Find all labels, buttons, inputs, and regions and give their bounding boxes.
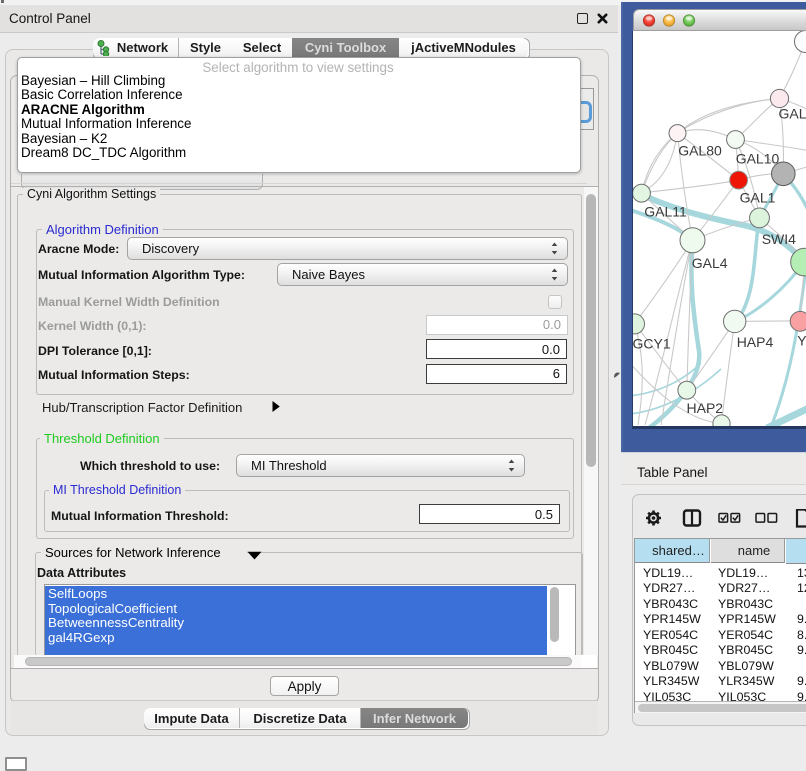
svg-text:GAL11: GAL11 — [644, 204, 687, 220]
svg-text:Y: Y — [797, 333, 806, 349]
svg-text:GCY1: GCY1 — [633, 335, 671, 351]
svg-text:SWI4: SWI4 — [762, 231, 796, 247]
svg-text:GAL1: GAL1 — [740, 190, 776, 206]
svg-text:GAL10: GAL10 — [736, 151, 780, 167]
svg-text:GAL: GAL — [779, 106, 806, 122]
svg-text:HAP4: HAP4 — [737, 334, 774, 350]
svg-text:HAP2: HAP2 — [687, 400, 724, 416]
svg-text:GAL80: GAL80 — [678, 143, 722, 159]
svg-text:GAL4: GAL4 — [692, 255, 728, 271]
